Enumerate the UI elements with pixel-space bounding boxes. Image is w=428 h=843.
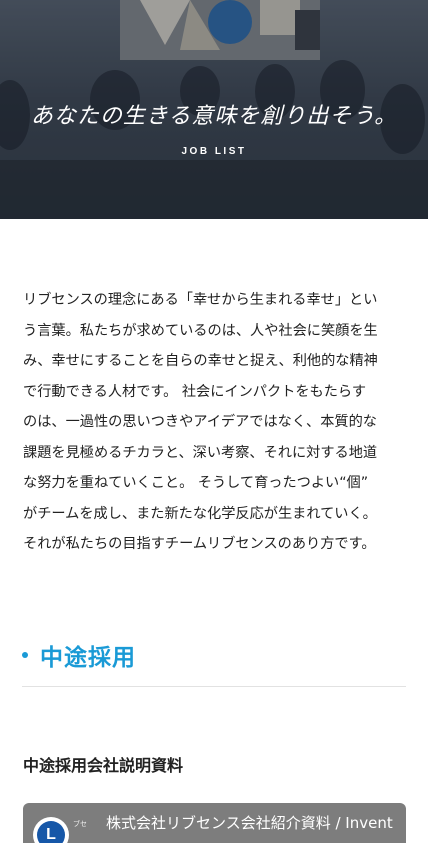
materials-heading: 中途採用会社説明資料 bbox=[23, 756, 184, 775]
company-logo-icon: L bbox=[33, 817, 69, 843]
intro-line: で行動できる人材です。 社会にインパクトをもたらす bbox=[23, 383, 367, 400]
intro-line: 課題を見極めるチカラと、深い考察、それに対する地道 bbox=[23, 444, 378, 461]
intro-line: のは、一過性の思いつきやアイデアではなく、本質的な bbox=[23, 414, 377, 430]
hero-tagline: あなたの生きる意味を創り出そう。 bbox=[30, 104, 398, 129]
hero-banner: あなたの生きる意味を創り出そう。 JOB LIST bbox=[0, 0, 428, 219]
intro-line: う言葉。私たちが求めているのは、人や社会に笑顔を生 bbox=[23, 322, 378, 339]
intro-line: み、幸せにすることを自らの幸せと捉え、利他的な精神 bbox=[23, 353, 378, 369]
section-heading-mid-career: 中途採用 bbox=[22, 636, 406, 687]
intro-line: がチームを成し、また新たな化学反応が生まれていく。 bbox=[23, 505, 377, 522]
intro-line: リブセンスの理念にある「幸せから生まれる幸せ」とい bbox=[23, 292, 378, 308]
section-title: 中途採用 bbox=[40, 645, 136, 671]
card-title[interactable]: 株式会社リブセンス会社紹介資料 / Invent bbox=[106, 812, 393, 833]
intro-line: な努力を重ねていくこと。 そうして育ったつよい“個” bbox=[23, 475, 369, 491]
logo-mark-icon: L bbox=[37, 821, 65, 843]
hero-job-list-label: JOB LIST bbox=[181, 146, 247, 157]
intro-line: それが私たちの目指すチームリブセンスのあり方です。 bbox=[23, 536, 376, 552]
bullet-dot-icon bbox=[22, 652, 28, 658]
company-deck-card[interactable]: L ブセ 株式会社リブセンス会社紹介資料 / Invent bbox=[23, 803, 406, 843]
card-small-label: ブセ bbox=[73, 820, 87, 828]
philosophy-intro: リブセンスの理念にある「幸せから生まれる幸せ」とい う言葉。私たちが求めているの… bbox=[23, 285, 406, 560]
